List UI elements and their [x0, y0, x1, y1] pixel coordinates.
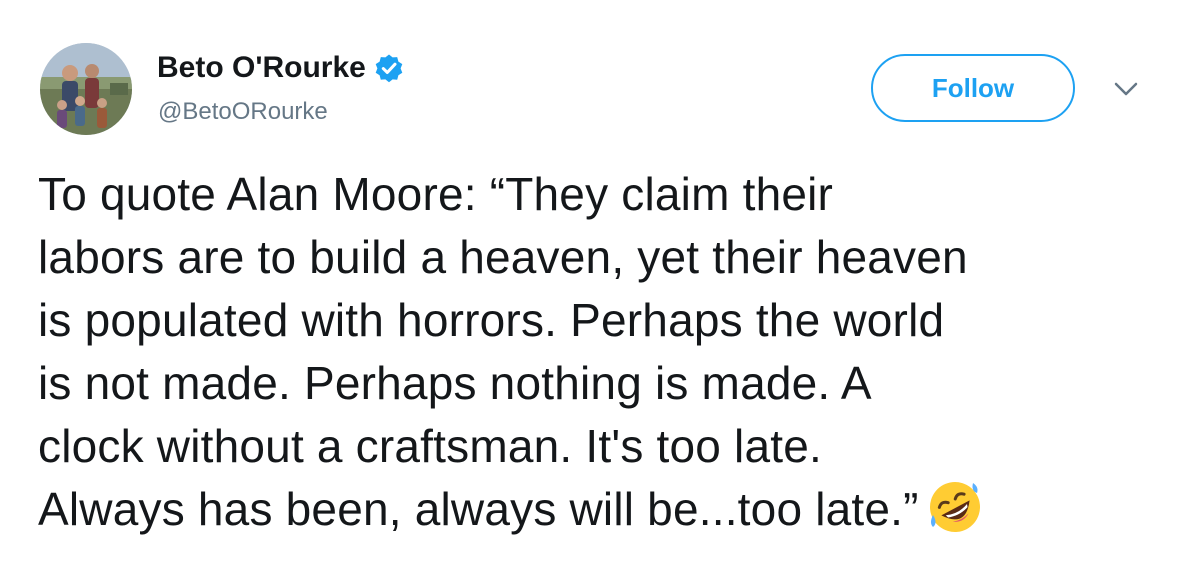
tweet-line-text: Always has been, always will be...too la… — [38, 483, 919, 535]
tweet-line: labors are to build a heaven, yet their … — [38, 231, 968, 283]
tweet-line: clock without a craftsman. It's too late… — [38, 420, 822, 472]
avatar[interactable] — [40, 43, 132, 135]
tweet-card: Beto O'Rourke @BetoORourke Follow To quo… — [0, 0, 1200, 568]
name-row: Beto O'Rourke — [157, 50, 404, 86]
verified-badge-icon — [374, 53, 404, 83]
tweet-line: To quote Alan Moore: “They claim their — [38, 168, 834, 220]
rolling-laughing-emoji-icon — [927, 479, 983, 535]
user-handle[interactable]: @BetoORourke — [158, 97, 328, 127]
tweet-text: To quote Alan Moore: “They claim their l… — [38, 163, 1178, 541]
display-name[interactable]: Beto O'Rourke — [157, 50, 366, 86]
tweet-line: is not made. Perhaps nothing is made. A — [38, 357, 872, 409]
tweet-line: is populated with horrors. Perhaps the w… — [38, 294, 945, 346]
follow-button[interactable]: Follow — [871, 54, 1075, 122]
chevron-down-icon[interactable] — [1113, 80, 1139, 98]
profile-photo-icon — [40, 43, 132, 135]
tweet-line-last: Always has been, always will be...too la… — [38, 478, 1178, 541]
